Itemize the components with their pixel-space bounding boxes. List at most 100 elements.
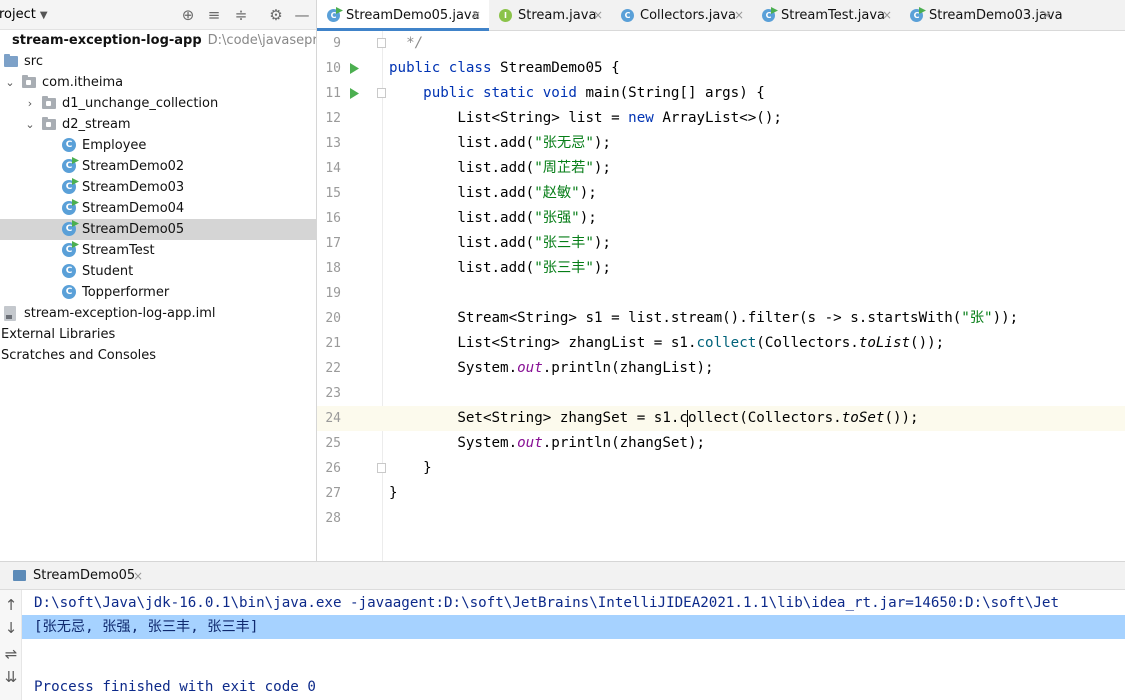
code-line[interactable]: public static void main(String[] args) { [383, 81, 1125, 106]
code-token: list.add( [389, 260, 535, 276]
tree-item-employee[interactable]: C Employee [0, 135, 316, 156]
gutter-line[interactable]: 22 [317, 356, 383, 381]
tree-item-label: stream-exception-log-app.iml [24, 306, 216, 321]
close-icon[interactable]: × [882, 0, 892, 31]
line-number: 28 [325, 511, 341, 526]
tree-item-streamdemo05[interactable]: C StreamDemo05 [0, 219, 316, 240]
collapse-all-icon[interactable]: ≑ [232, 6, 250, 24]
run-gutter-icon[interactable] [350, 63, 359, 74]
gutter-line[interactable]: 12 [317, 106, 383, 131]
code-token: toSet [841, 410, 885, 426]
code-line[interactable]: Stream<String> s1 = list.stream().filter… [383, 306, 1125, 331]
expand-all-icon[interactable]: ≡ [205, 6, 223, 24]
gutter-line[interactable]: 26 [317, 456, 386, 481]
tree-item-streamdemo03[interactable]: C StreamDemo03 [0, 177, 316, 198]
chevron-down-icon[interactable]: ⌄ [4, 72, 16, 93]
code-line[interactable]: System.out.println(zhangList); [383, 356, 1125, 381]
run-gutter-icon[interactable] [350, 88, 359, 99]
tab-streamtest-java[interactable]: C StreamTest.java × [752, 0, 900, 31]
console-line: [张无忌, 张强, 张三丰, 张三丰] [22, 615, 1125, 639]
tab-collectors-java[interactable]: C Collectors.java × [611, 0, 752, 31]
tree-item-com-itheima[interactable]: ⌄ com.itheima [0, 72, 316, 93]
code-line[interactable]: Set<String> zhangSet = s1.collect(Collec… [383, 406, 1125, 431]
gutter-line[interactable]: 18 [317, 256, 383, 281]
code-line[interactable] [383, 381, 1125, 406]
code-line[interactable]: } [383, 456, 1125, 481]
gutter-line[interactable]: 17 [317, 231, 383, 256]
tab-stream-java[interactable]: I Stream.java × [489, 0, 611, 31]
close-icon[interactable]: × [734, 0, 744, 31]
chevron-down-icon[interactable]: ⌄ [24, 114, 36, 135]
scroll-to-end-icon[interactable]: ⇊ [0, 666, 22, 688]
tree-item-label: External Libraries [1, 327, 116, 342]
code-token: StreamDemo05 { [500, 60, 620, 76]
gutter-line[interactable]: 28 [317, 506, 383, 531]
code-line[interactable]: list.add("张强"); [383, 206, 1125, 231]
code-line[interactable]: list.add("周芷若"); [383, 156, 1125, 181]
code-line[interactable]: } [383, 481, 1125, 506]
tree-item-label: d1_unchange_collection [62, 96, 219, 111]
line-number: 18 [325, 261, 341, 276]
code-line[interactable]: public class StreamDemo05 { [383, 56, 1125, 81]
close-icon[interactable]: × [133, 562, 143, 590]
gutter-line[interactable]: 23 [317, 381, 383, 406]
gutter-line[interactable]: 13 [317, 131, 383, 156]
code-line[interactable]: list.add("张三丰"); [383, 231, 1125, 256]
tree-item-stream-exception-log-app-iml[interactable]: stream-exception-log-app.iml [0, 303, 316, 324]
tab-streamdemo03-java[interactable]: C StreamDemo03.java × [900, 0, 1063, 31]
code-line[interactable]: List<String> zhangList = s1.collect(Coll… [383, 331, 1125, 356]
tree-item-scratches-and-consoles[interactable]: Scratches and Consoles [0, 345, 316, 366]
tree-item-streamdemo02[interactable]: C StreamDemo02 [0, 156, 316, 177]
tree-item-streamtest[interactable]: C StreamTest [0, 240, 316, 261]
tree-item-topperformer[interactable]: C Topperformer [0, 282, 316, 303]
gutter-line[interactable]: 21 [317, 331, 383, 356]
tree-item-src[interactable]: src [0, 51, 316, 72]
code-line[interactable]: List<String> list = new ArrayList<>(); [383, 106, 1125, 131]
close-icon[interactable]: × [471, 0, 481, 31]
gear-icon[interactable]: ⚙ [267, 6, 285, 24]
code-token: List<String> zhangList = s1. [389, 335, 697, 351]
scroll-up-icon[interactable]: ↑ [0, 594, 22, 616]
tree-item-d2-stream[interactable]: ⌄ d2_stream [0, 114, 316, 135]
tab-streamdemo05-java[interactable]: C StreamDemo05.java × [317, 0, 489, 31]
tree-item-external-libraries[interactable]: External Libraries [0, 324, 316, 345]
gutter-line[interactable]: 16 [317, 206, 383, 231]
tree-item-d1-unchange-collection[interactable]: › d1_unchange_collection [0, 93, 316, 114]
gutter-line[interactable]: 19 [317, 281, 383, 306]
code-line[interactable] [383, 281, 1125, 306]
code-line[interactable]: list.add("张三丰"); [383, 256, 1125, 281]
console-output[interactable]: D:\soft\Java\jdk-16.0.1\bin\java.exe -ja… [22, 590, 1125, 700]
code-token: .println(zhangList); [542, 360, 714, 376]
soft-wrap-icon[interactable]: ⇌ [0, 643, 22, 665]
tree-item-label: Topperformer [82, 285, 170, 300]
scroll-down-icon[interactable]: ↓ [0, 617, 22, 639]
chevron-right-icon[interactable]: › [24, 93, 36, 114]
gutter-line[interactable]: 24 [317, 406, 383, 431]
hide-panel-icon[interactable]: — [293, 6, 311, 24]
tree-item-student[interactable]: C Student [0, 261, 316, 282]
code-line[interactable]: list.add("张无忌"); [383, 131, 1125, 156]
gutter-line[interactable]: 25 [317, 431, 383, 456]
tab-label: Stream.java [518, 8, 597, 23]
tree-item-stream-exception-log-app[interactable]: stream-exception-log-app D:\code\javasepr… [0, 30, 317, 51]
gutter-line[interactable]: 20 [317, 306, 383, 331]
tree-item-streamdemo04[interactable]: C StreamDemo04 [0, 198, 316, 219]
gutter-line[interactable]: 27 [317, 481, 383, 506]
code-token: } [389, 460, 432, 476]
project-view-selector[interactable]: roject ▼ [0, 7, 48, 22]
code-line[interactable] [383, 506, 1125, 531]
code-area[interactable]: */ public class StreamDemo05 { public sta… [383, 31, 1125, 561]
code-line[interactable]: System.out.println(zhangSet); [383, 431, 1125, 456]
gutter-line[interactable]: 10 [317, 56, 383, 81]
close-icon[interactable]: × [593, 0, 603, 31]
locate-file-icon[interactable]: ⊕ [179, 6, 197, 24]
module-path: D:\code\javasepromax [207, 33, 317, 48]
gutter-line[interactable]: 11 [317, 81, 386, 106]
close-icon[interactable]: × [1042, 0, 1052, 31]
code-token: */ [389, 35, 424, 51]
gutter-line[interactable]: 15 [317, 181, 383, 206]
gutter-line[interactable]: 9 [317, 31, 386, 56]
code-line[interactable]: list.add("赵敏"); [383, 181, 1125, 206]
gutter-line[interactable]: 14 [317, 156, 383, 181]
code-line[interactable]: */ [383, 31, 1125, 56]
